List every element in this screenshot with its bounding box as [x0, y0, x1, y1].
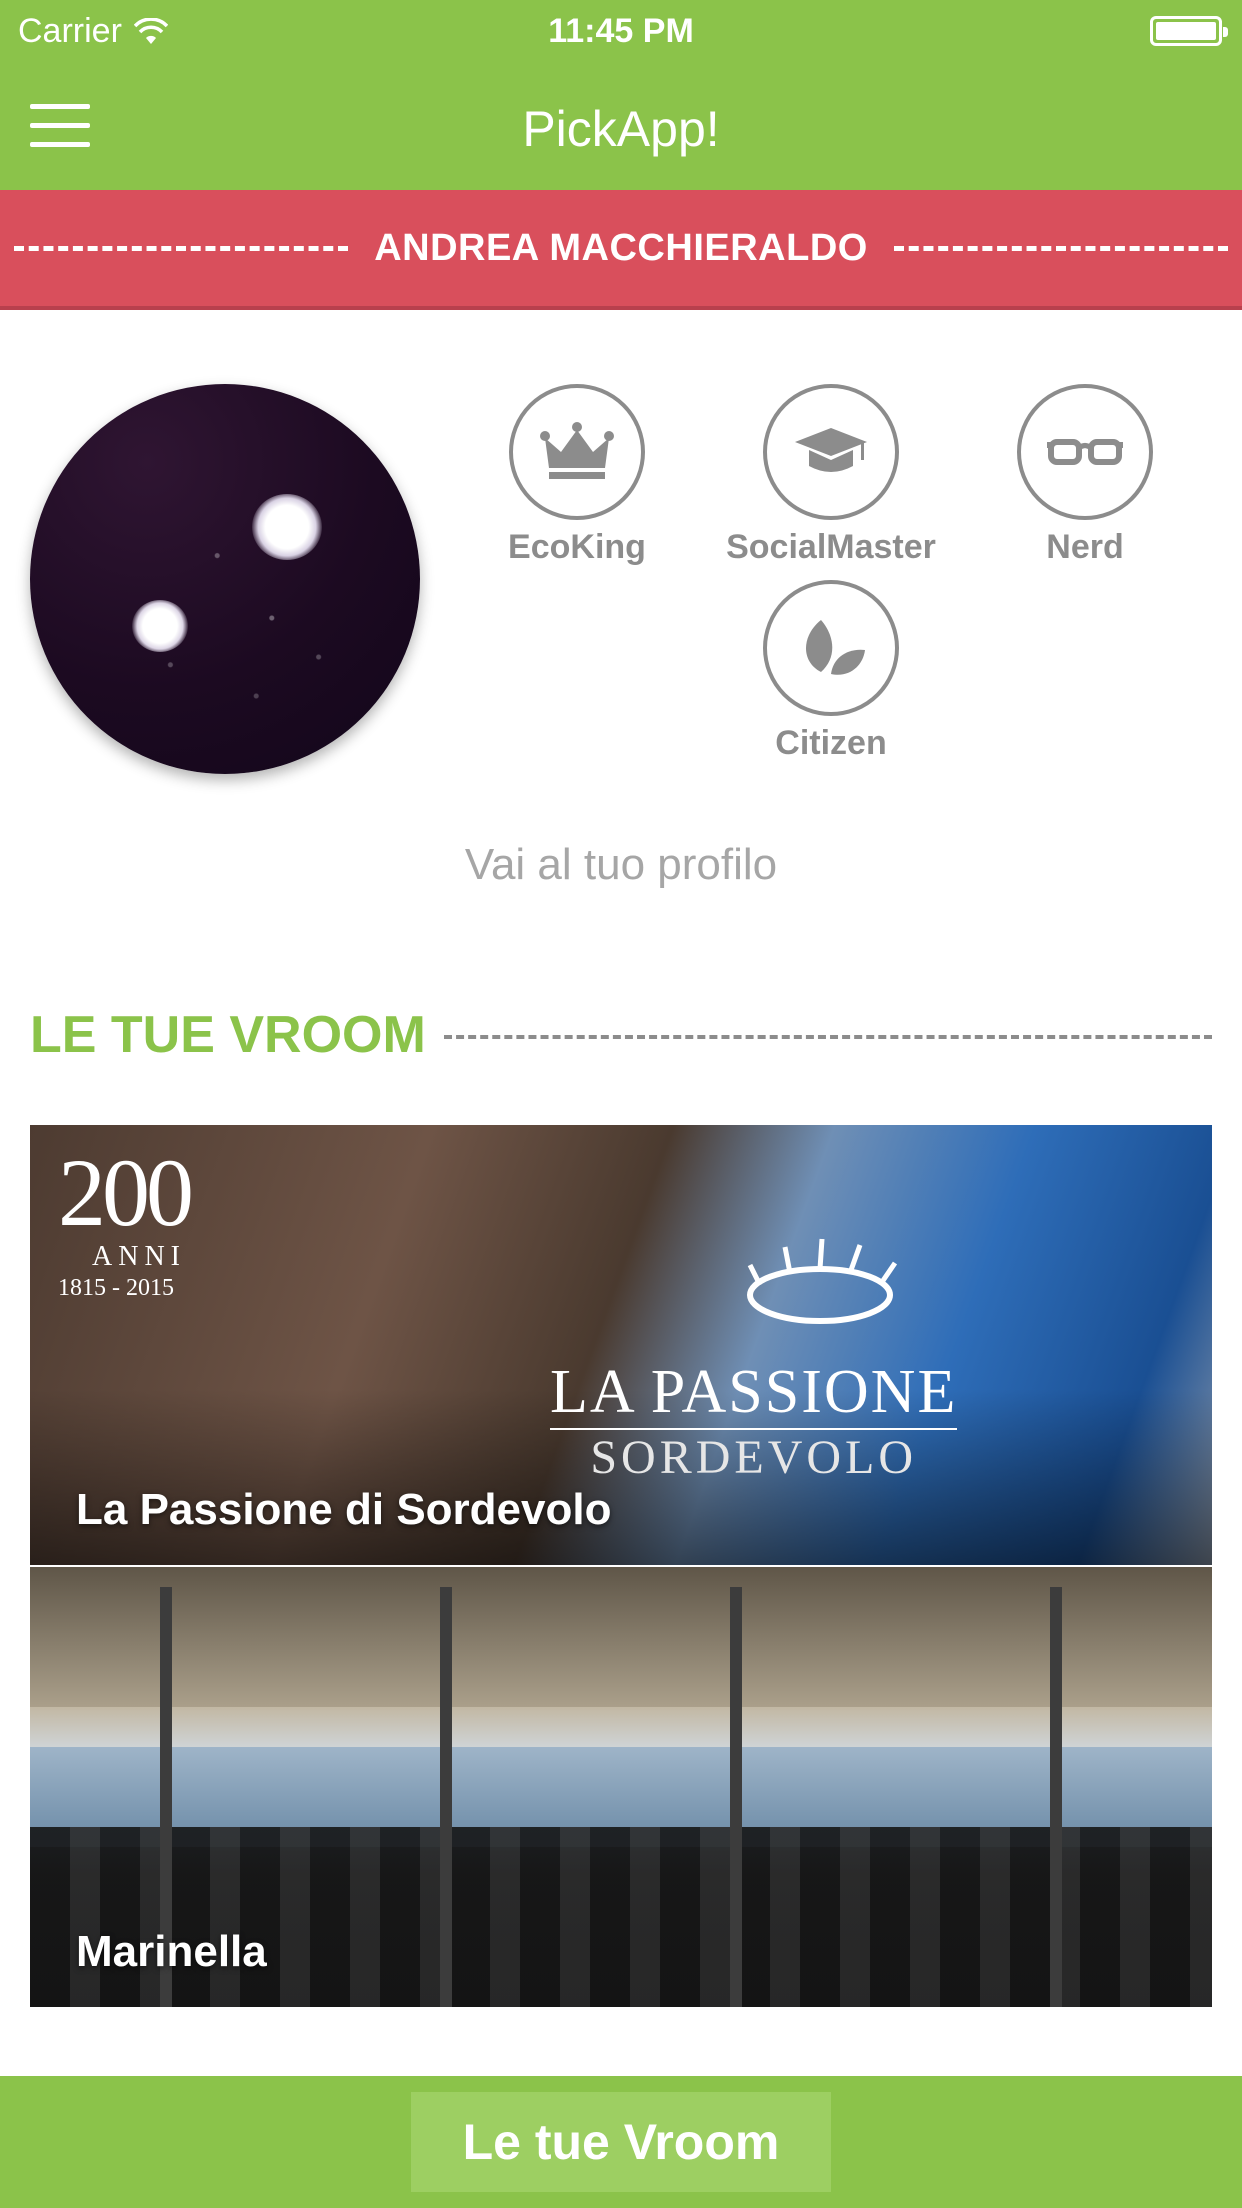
avatar[interactable]	[30, 384, 420, 774]
card-title: Marinella	[76, 1927, 267, 1976]
logo-anni: ANNI	[92, 1241, 186, 1272]
badge-label: SocialMaster	[726, 528, 936, 566]
badge-circle	[509, 384, 645, 520]
badge-label: Nerd	[1046, 528, 1124, 566]
profile-link[interactable]: Vai al tuo profilo	[0, 840, 1242, 890]
badge-citizen[interactable]: Citizen	[721, 580, 941, 763]
badge-label: EcoKing	[508, 528, 646, 566]
logo-years: 1815 - 2015	[58, 1275, 174, 1301]
glasses-icon	[1047, 439, 1123, 465]
anniversary-logo: 200 ANNI 1815 - 2015	[58, 1139, 194, 1302]
badge-circle	[1017, 384, 1153, 520]
battery-icon	[1150, 16, 1228, 46]
status-time: 11:45 PM	[548, 12, 694, 50]
logo-sub: SORDEVOLO	[590, 1431, 917, 1484]
le-tue-vroom-button[interactable]: Le tue Vroom	[411, 2092, 831, 2192]
badge-nerd[interactable]: Nerd	[975, 384, 1195, 567]
passione-logo: LA PASSIONE SORDEVOLO	[550, 1357, 958, 1485]
vroom-card-passione[interactable]: 200 ANNI 1815 - 2015 LA PASSIONE SORDEVO…	[30, 1125, 1212, 1565]
logo-number: 200	[58, 1139, 194, 1246]
badge-circle	[763, 384, 899, 520]
card-image-tables	[30, 1827, 1212, 2007]
badge-socialmaster[interactable]: SocialMaster	[721, 384, 941, 567]
section-header: LE TUE VROOM	[30, 1005, 1212, 1065]
logo-main: LA PASSIONE	[550, 1357, 958, 1430]
user-name-banner: ANDREA MACCHIERALDO	[0, 190, 1242, 310]
dash-divider-left	[14, 245, 349, 251]
leaf-icon	[806, 620, 865, 675]
graduation-cap-icon	[795, 428, 867, 472]
crown-icon	[540, 422, 614, 479]
card-image-roof	[30, 1567, 1212, 1707]
bottom-bar: Le tue Vroom	[0, 2076, 1242, 2208]
thorn-crown-icon	[747, 1238, 898, 1324]
user-name: ANDREA MACCHIERALDO	[374, 226, 868, 269]
badge-label: Citizen	[775, 724, 887, 762]
top-bar: Carrier 11:45 PM PickApp!	[0, 0, 1242, 190]
section-divider	[443, 1035, 1212, 1039]
card-title: La Passione di Sordevolo	[76, 1485, 612, 1534]
vroom-card-marinella[interactable]: Marinella	[30, 1567, 1212, 2007]
badge-circle	[763, 580, 899, 716]
section-title: LE TUE VROOM	[30, 1006, 426, 1064]
badge-ecoking[interactable]: EcoKing	[467, 384, 687, 567]
dash-divider-right	[893, 245, 1229, 251]
status-bar: Carrier 11:45 PM	[0, 0, 1242, 60]
app-title: PickApp!	[522, 101, 720, 157]
